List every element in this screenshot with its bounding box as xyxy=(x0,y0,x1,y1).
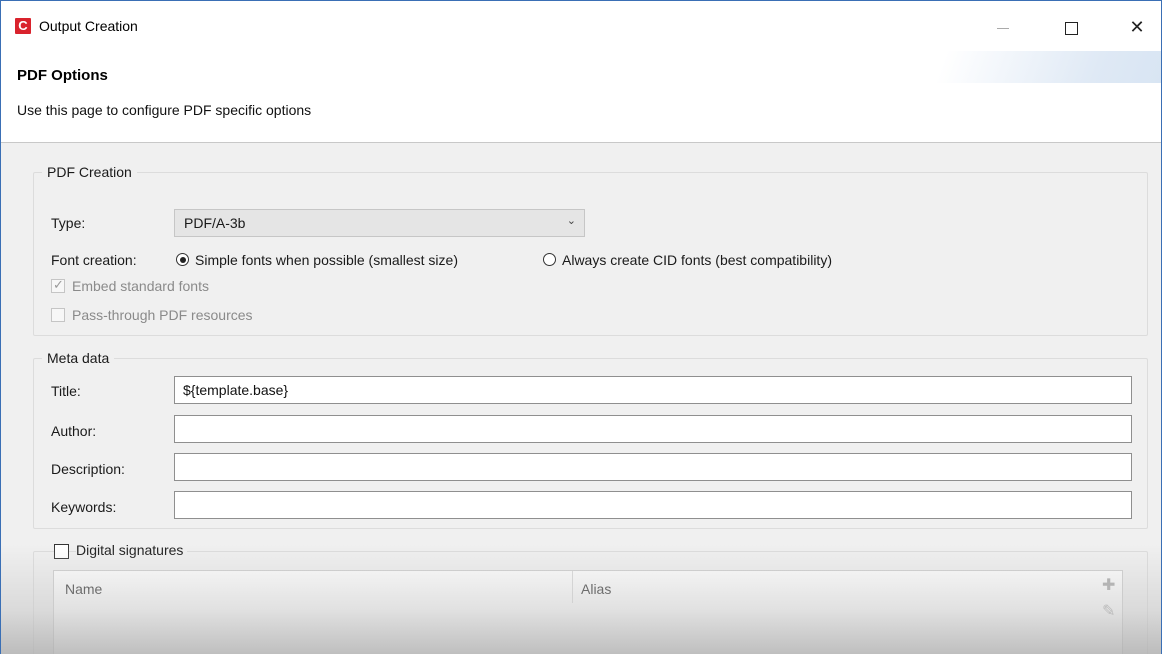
pdf-creation-legend: PDF Creation xyxy=(42,163,137,181)
window-title: Output Creation xyxy=(39,18,138,34)
page-title: PDF Options xyxy=(17,67,108,84)
font-simple-radio[interactable] xyxy=(176,253,189,266)
title-field[interactable] xyxy=(174,376,1132,404)
page-subtitle: Use this page to configure PDF specific … xyxy=(17,102,312,118)
author-label: Author: xyxy=(51,423,97,439)
column-header-alias[interactable]: Alias xyxy=(581,581,611,597)
type-select[interactable]: PDF/A-3b ⌄ xyxy=(174,209,585,237)
digital-signatures-label[interactable]: Digital signatures xyxy=(76,542,188,558)
meta-data-legend: Meta data xyxy=(42,349,115,367)
close-button[interactable]: ✕ xyxy=(1115,13,1159,41)
embed-standard-fonts-checkbox[interactable]: ✓ xyxy=(51,277,65,293)
chevron-down-icon: ⌄ xyxy=(566,215,576,227)
meta-data-group: Meta data Title: Author: Description: Ke… xyxy=(33,349,1148,529)
minimize-icon xyxy=(997,27,1009,29)
title-bar: C Output Creation ✕ xyxy=(1,1,1161,51)
font-creation-label: Font creation: xyxy=(51,252,137,268)
add-icon[interactable]: ✚ xyxy=(1102,575,1115,595)
digital-signatures-checkbox[interactable] xyxy=(54,544,69,559)
close-icon: ✕ xyxy=(1129,17,1145,37)
checkmark-icon: ✓ xyxy=(53,277,64,292)
maximize-icon xyxy=(1064,21,1078,35)
pdf-creation-group: PDF Creation Type: PDF/A-3b ⌄ Font creat… xyxy=(33,163,1148,336)
font-cid-radio[interactable] xyxy=(543,253,556,266)
maximize-button[interactable] xyxy=(1049,13,1093,41)
description-field[interactable] xyxy=(174,453,1132,481)
header-decoration xyxy=(935,51,1161,83)
signatures-table[interactable]: Name Alias xyxy=(53,570,1123,654)
edit-icon[interactable]: ✎ xyxy=(1102,601,1115,621)
font-cid-label[interactable]: Always create CID fonts (best compatibil… xyxy=(562,252,832,268)
type-label: Type: xyxy=(51,215,86,231)
page-header: PDF Options Use this page to configure P… xyxy=(1,51,1161,143)
output-creation-window: C Output Creation ✕ PDF Options Use this… xyxy=(0,0,1162,654)
content-area: PDF Creation Type: PDF/A-3b ⌄ Font creat… xyxy=(1,143,1161,654)
passthrough-resources-label[interactable]: Pass-through PDF resources xyxy=(72,307,253,323)
keywords-field[interactable] xyxy=(174,491,1132,519)
title-label: Title: xyxy=(51,383,81,399)
description-label: Description: xyxy=(51,461,125,477)
passthrough-resources-checkbox[interactable] xyxy=(51,308,65,322)
embed-standard-fonts-label[interactable]: Embed standard fonts xyxy=(72,278,209,294)
author-field[interactable] xyxy=(174,415,1132,443)
app-logo-icon: C xyxy=(15,18,31,34)
column-divider xyxy=(572,571,573,603)
type-select-value: PDF/A-3b xyxy=(184,215,246,231)
font-simple-label[interactable]: Simple fonts when possible (smallest siz… xyxy=(195,252,458,268)
minimize-button[interactable] xyxy=(981,13,1025,41)
column-header-name[interactable]: Name xyxy=(65,581,102,597)
keywords-label: Keywords: xyxy=(51,499,117,515)
